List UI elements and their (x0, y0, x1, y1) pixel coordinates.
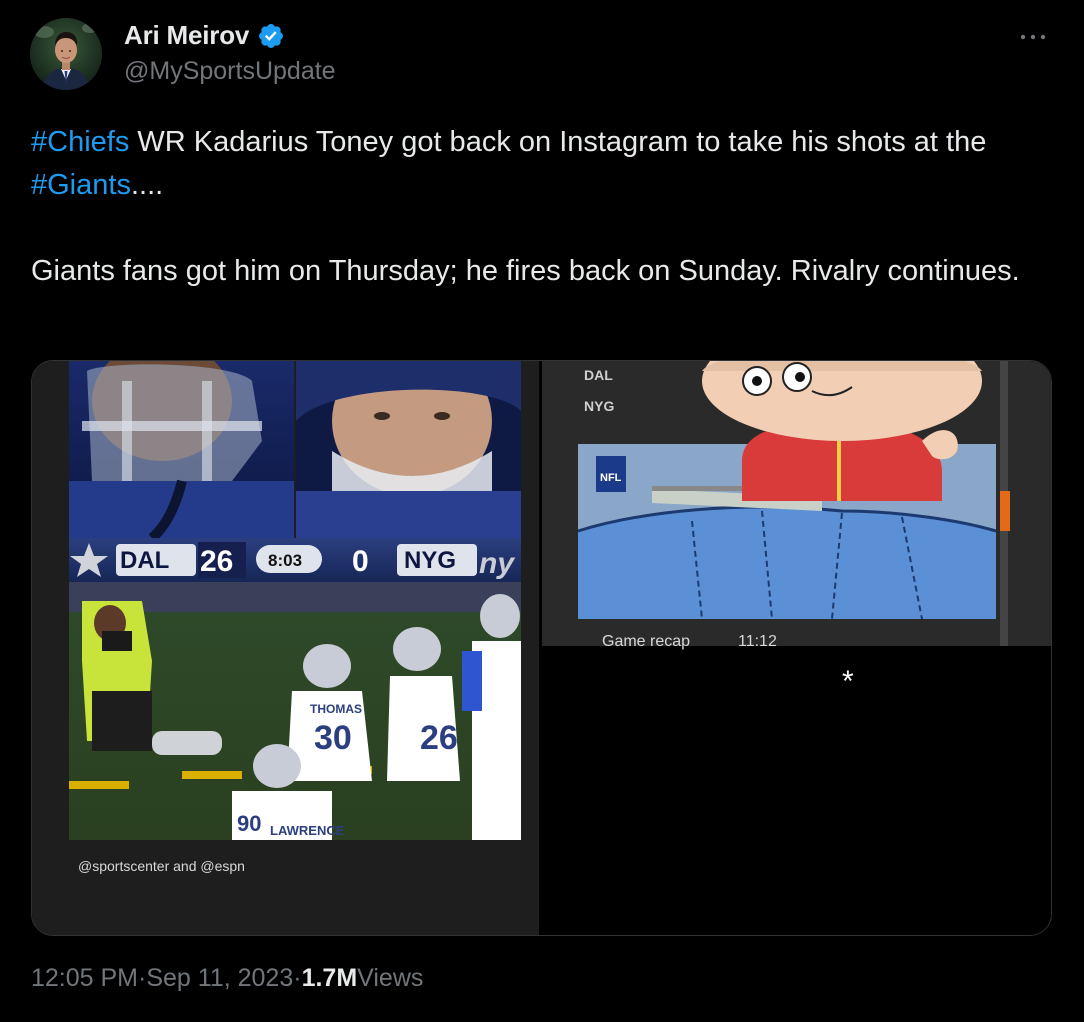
jersey-name-lawrence: LAWRENCE (270, 823, 345, 838)
tweet-text-part-2: .... (130, 169, 164, 201)
tweet-date[interactable]: Sep 11, 2023 (146, 964, 293, 993)
tweet-media[interactable]: DAL DAL 26 8:03 0 NYG ny (31, 360, 1052, 936)
score-clock: 8:03 (268, 551, 302, 570)
tweet: Ari Meirov @MySportsUpdate #Chiefs WR Ka… (0, 0, 1084, 1022)
svg-text:NFL: NFL (600, 472, 622, 484)
tweet-meta-row: 12:05 PM · Sep 11, 2023 · 1.7M Views (31, 964, 423, 993)
hashtag-giants[interactable]: #Giants (31, 169, 131, 201)
sports-collage-image: DAL DAL 26 8:03 0 NYG ny (32, 361, 539, 935)
meta-separator-1: · (138, 964, 147, 992)
score-away-team: DAL (120, 547, 169, 574)
jersey-number-30: 30 (314, 719, 352, 757)
jersey-number-90: 90 (237, 811, 261, 836)
tweet-time[interactable]: 12:05 PM (31, 964, 138, 993)
cartoon-screenshot-image: DAL NYG 40 NFL (542, 361, 1051, 935)
score-home-logo: ny (479, 547, 515, 580)
media-image-left[interactable]: DAL DAL 26 8:03 0 NYG ny (32, 361, 539, 935)
author-name-row: Ari Meirov (124, 20, 285, 51)
tweet-text: #Chiefs WR Kadarius Toney got back on In… (31, 121, 1041, 293)
jersey-number-26: 26 (420, 719, 458, 757)
meta-separator-2: · (293, 964, 302, 992)
verified-badge-icon[interactable] (257, 22, 285, 50)
video-label: Game recap (602, 633, 690, 650)
tweet-text-part-1: WR Kadarius Toney got back on Instagram … (129, 126, 995, 158)
media-image-right[interactable]: DAL NYG 40 NFL (542, 361, 1051, 935)
score-home-score: 0 (352, 545, 369, 578)
score-away-score: 26 (200, 545, 233, 578)
avatar-image (30, 18, 102, 90)
right-team-top: DAL (584, 367, 613, 383)
score-home-team: NYG (404, 547, 456, 574)
hashtag-chiefs[interactable]: #Chiefs (31, 126, 129, 158)
jersey-name-thomas: THOMAS (310, 702, 362, 716)
tweet-text-part-3: Giants fans got him on Thursday; he fire… (31, 255, 1020, 287)
author-handle[interactable]: @MySportsUpdate (124, 57, 336, 86)
right-team-bottom: NYG (584, 398, 614, 414)
views-count[interactable]: 1.7M (302, 964, 358, 993)
video-duration: 11:12 (738, 633, 777, 650)
author-display-name[interactable]: Ari Meirov (124, 20, 249, 51)
media-caption: @sportscenter and @espn (78, 858, 245, 874)
more-options-icon[interactable] (1016, 20, 1050, 54)
views-label: Views (357, 964, 424, 992)
avatar[interactable] (30, 18, 102, 90)
asterisk-mark: * (842, 665, 854, 698)
